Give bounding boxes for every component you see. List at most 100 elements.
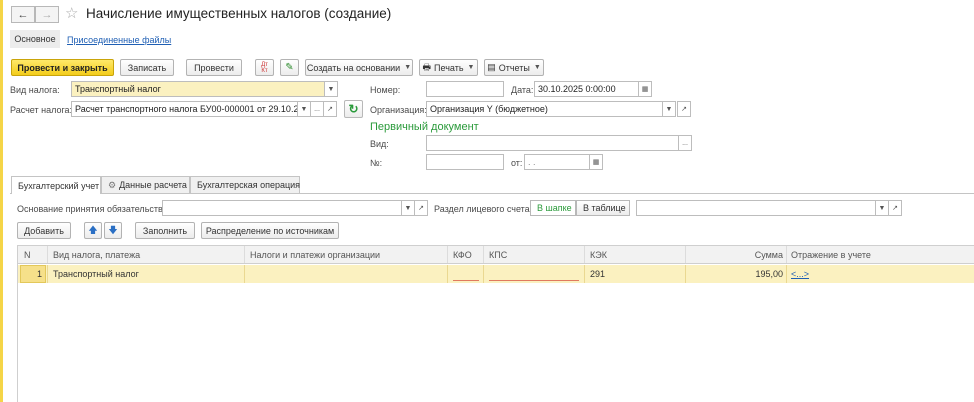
fill-button[interactable]: Заполнить <box>135 222 195 239</box>
post-and-close-button[interactable]: Провести и закрыть <box>11 59 114 76</box>
tabs-baseline <box>10 193 974 194</box>
calendar-icon: ▦ <box>592 159 600 166</box>
create-based-on-button[interactable]: Создать на основании ▼ <box>305 59 413 76</box>
cell-sum[interactable]: 195,00 <box>691 265 783 283</box>
cell-kek[interactable]: 291 <box>590 265 605 283</box>
tab-accounting[interactable]: Бухгалтерский учет <box>11 176 101 194</box>
kind-field[interactable] <box>426 135 679 151</box>
printer-icon: 🖶 <box>422 61 432 72</box>
refresh-button[interactable]: ↻ <box>344 100 363 118</box>
accounting-table: N Вид налога, платежа Налоги и платежи о… <box>17 245 974 402</box>
org-open-button[interactable]: ↗ <box>677 101 691 117</box>
back-button[interactable]: ← <box>11 6 35 23</box>
from-calendar-button[interactable]: ▦ <box>589 154 603 170</box>
move-up-button[interactable]: 🡅 <box>84 222 102 239</box>
number-label: Номер: <box>370 85 401 95</box>
org-field[interactable]: Организация Y (бюджетное) <box>426 101 663 117</box>
number-field[interactable] <box>426 81 504 97</box>
tax-type-dropdown[interactable]: ▼ <box>324 81 338 97</box>
section-tab-files[interactable]: Присоединенные файлы <box>67 35 171 45</box>
create-based-on-label: Создать на основании <box>306 62 401 73</box>
gear-icon: ⚙ <box>108 179 117 190</box>
col-sum[interactable]: Сумма <box>691 246 783 263</box>
tab-calc-data[interactable]: ⚙ Данные расчета <box>101 176 190 193</box>
arrow-down-icon: 🡇 <box>108 224 118 235</box>
basis-label: Основание принятия обязательства: <box>17 204 171 214</box>
tab-calc-data-label: Данные расчета <box>119 180 187 190</box>
cell-kps[interactable] <box>489 267 579 281</box>
calc-label: Расчет налога: <box>10 105 73 115</box>
tax-type-field[interactable]: Транспортный налог <box>71 81 325 97</box>
refresh-icon: ↻ <box>348 102 359 116</box>
open-link-icon: ↗ <box>892 205 898 212</box>
basis-field[interactable] <box>162 200 402 216</box>
col-n[interactable]: N <box>24 246 31 263</box>
save-button[interactable]: Записать <box>120 59 174 76</box>
arrow-right-icon: → <box>41 8 53 21</box>
date-calendar-button[interactable]: ▦ <box>638 81 652 97</box>
caret-down-icon: ▼ <box>533 64 541 71</box>
left-accent-bar <box>0 0 3 402</box>
caret-down-icon: ▼ <box>665 105 673 113</box>
org-dropdown[interactable]: ▼ <box>662 101 676 117</box>
date-field[interactable]: 30.10.2025 0:00:00 <box>534 81 639 97</box>
calc-select-button[interactable]: ... <box>310 101 324 117</box>
basis-open-button[interactable]: ↗ <box>414 200 428 216</box>
caret-down-icon: ▼ <box>327 85 335 93</box>
section-tab-main[interactable]: Основное <box>10 30 60 48</box>
col-org-taxes[interactable]: Налоги и платежи организации <box>250 246 380 263</box>
calendar-icon: ▦ <box>641 86 649 93</box>
num-field[interactable] <box>426 154 504 170</box>
primary-doc-heading: Первичный документ <box>370 121 479 133</box>
dt-kt-button[interactable]: Дт Кт <box>255 59 274 76</box>
calc-open-button[interactable]: ↗ <box>323 101 337 117</box>
kind-label: Вид: <box>370 139 389 149</box>
from-label: от: <box>511 158 523 168</box>
reports-button[interactable]: ▤ Отчеты ▼ <box>484 59 544 76</box>
seg-in-table[interactable]: В таблице <box>576 200 630 216</box>
pencil-icon: ✎ <box>285 62 294 73</box>
table-row[interactable]: 1 Транспортный налог 291 195,00 <...> <box>18 265 974 283</box>
calc-dropdown[interactable]: ▼ <box>297 101 311 117</box>
seg-in-header[interactable]: В шапке <box>530 200 576 216</box>
col-kek[interactable]: КЭК <box>590 246 607 263</box>
basis-dropdown[interactable]: ▼ <box>401 200 415 216</box>
from-date-field[interactable]: . . <box>524 154 590 170</box>
col-tax-kind[interactable]: Вид налога, платежа <box>53 246 140 263</box>
cell-kfo[interactable] <box>453 267 479 281</box>
dt-kt-icon: Дт Кт <box>261 61 268 74</box>
calc-field[interactable]: Расчет транспортного налога БУ00-000001 … <box>71 101 298 117</box>
col-reflection[interactable]: Отражение в учете <box>791 246 871 263</box>
print-button[interactable]: 🖶 Печать ▼ <box>419 59 478 76</box>
col-kfo[interactable]: КФО <box>453 246 472 263</box>
col-kps[interactable]: КПС <box>489 246 507 263</box>
kind-select-button[interactable]: ... <box>678 135 692 151</box>
forward-button[interactable]: → <box>35 6 59 23</box>
table-header: N Вид налога, платежа Налоги и платежи о… <box>18 245 974 264</box>
move-down-button[interactable]: 🡇 <box>104 222 122 239</box>
cell-tax-kind[interactable]: Транспортный налог <box>53 265 139 283</box>
reports-label: Отчеты <box>498 62 530 73</box>
post-button[interactable]: Провести <box>186 59 242 76</box>
num-label: №: <box>370 158 383 168</box>
ellipsis-icon: ... <box>314 105 320 113</box>
cell-n[interactable]: 1 <box>20 265 46 283</box>
edit-pen-button[interactable]: ✎ <box>280 59 299 76</box>
star-icon[interactable]: ☆ <box>65 4 78 22</box>
open-link-icon: ↗ <box>327 106 333 113</box>
caret-down-icon: ▼ <box>404 204 412 212</box>
caret-down-icon: ▼ <box>878 204 886 212</box>
add-row-button[interactable]: Добавить <box>17 222 71 239</box>
arrow-up-icon: 🡅 <box>88 224 98 235</box>
print-label: Печать <box>434 62 464 73</box>
section-label: Раздел лицевого счета: <box>434 204 533 214</box>
distribute-button[interactable]: Распределение по источникам <box>201 222 339 239</box>
date-label: Дата: <box>511 85 534 95</box>
open-link-icon: ↗ <box>418 205 424 212</box>
section-open-button[interactable]: ↗ <box>888 200 902 216</box>
section-dropdown[interactable]: ▼ <box>875 200 889 216</box>
ellipsis-icon: ... <box>682 139 688 147</box>
cell-reflection-link[interactable]: <...> <box>791 265 809 283</box>
section-field[interactable] <box>636 200 876 216</box>
tab-accounting-operation[interactable]: Бухгалтерская операция <box>190 176 300 193</box>
